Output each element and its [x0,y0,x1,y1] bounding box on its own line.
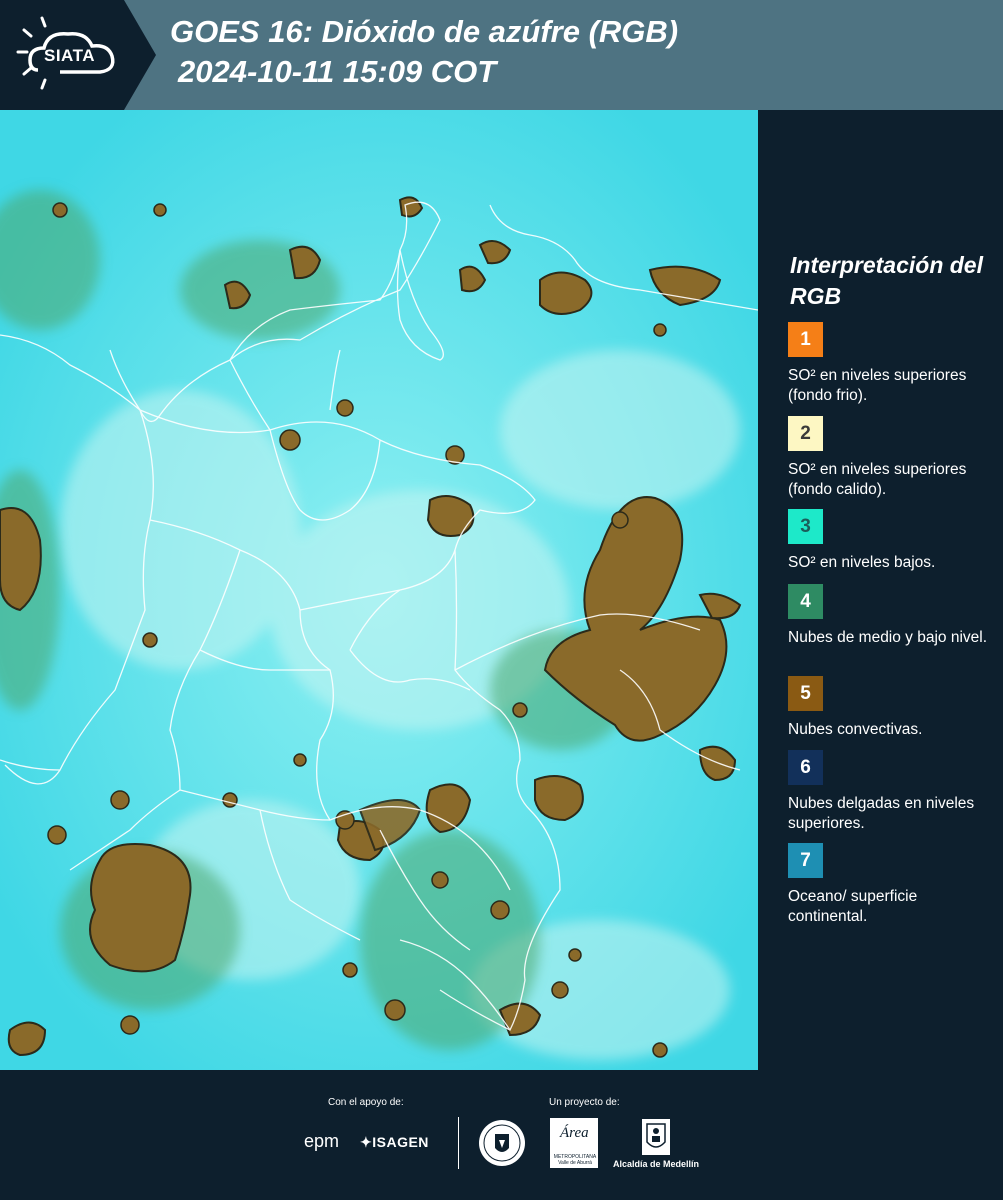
legend-panel: Interpretación del RGB 1 SO² en niveles … [758,110,1003,1070]
legend-label-1: SO² en niveles superiores (fondo frio). [788,367,967,404]
footer-divider [458,1117,459,1169]
legend-swatch-6: 6 [788,750,823,785]
satellite-map [0,110,758,1070]
legend-item-2: 2 SO² en niveles superiores (fondo calid… [788,416,988,500]
isagen-logo: ✦ISAGEN [360,1134,429,1151]
legend-item-1: 1 SO² en niveles superiores (fondo frio)… [788,322,988,406]
legend-label-5: Nubes convectivas. [788,721,923,738]
legend-swatch-1: 1 [788,322,823,357]
alcaldia-label: Alcaldía de Medellín [613,1159,700,1169]
siata-logo-text: SIATA [44,46,95,65]
legend-item-5: 5 Nubes convectivas. [788,676,988,740]
legend-swatch-2: 2 [788,416,823,451]
isagen-logo-text: ISAGEN [372,1134,429,1150]
project-label: Un proyecto de: [549,1097,620,1108]
legend-item-6: 6 Nubes delgadas en niveles superiores. [788,750,988,834]
area-logo-word: Área [560,1125,589,1141]
legend-item-3: 3 SO² en niveles bajos. [788,509,988,573]
legend-label-3: SO² en niveles bajos. [788,554,936,571]
support-label: Con el apoyo de: [328,1097,404,1108]
area-logo-subtitle: METROPOLITANA Valle de Aburrá [553,1154,597,1166]
siata-logo: SIATA [0,0,156,110]
legend-label-7: Oceano/ superficie continental. [788,888,918,925]
legend-label-6: Nubes delgadas en niveles superiores. [788,795,975,832]
legend-title: Interpretación del RGB [790,252,983,309]
legend-label-4: Nubes de medio y bajo nivel. [788,629,988,646]
isagen-symbol-icon: ✦ [360,1134,373,1150]
legend-item-7: 7 Oceano/ superficie continental. [788,843,988,927]
page-datetime: 2024-10-11 15:09 COT [178,54,497,89]
epm-logo: epm [304,1131,340,1151]
page-title: GOES 16: Dióxido de azúfre (RGB) [170,14,679,49]
footer: Con el apoyo de: Un proyecto de: epm ✦IS… [0,1070,1003,1200]
satellite-image [0,110,758,1070]
alcaldia-crest-icon [642,1119,670,1155]
legend-item-4: 4 Nubes de medio y bajo nivel. [788,584,988,648]
legend-swatch-7: 7 [788,843,823,878]
university-seal-icon [479,1120,525,1166]
legend-swatch-3: 3 [788,509,823,544]
legend-label-2: SO² en niveles superiores (fondo calido)… [788,461,967,498]
legend-swatch-4: 4 [788,584,823,619]
legend-swatch-5: 5 [788,676,823,711]
header-bar: SIATA GOES 16: Dióxido de azúfre (RGB) 2… [0,0,1003,110]
